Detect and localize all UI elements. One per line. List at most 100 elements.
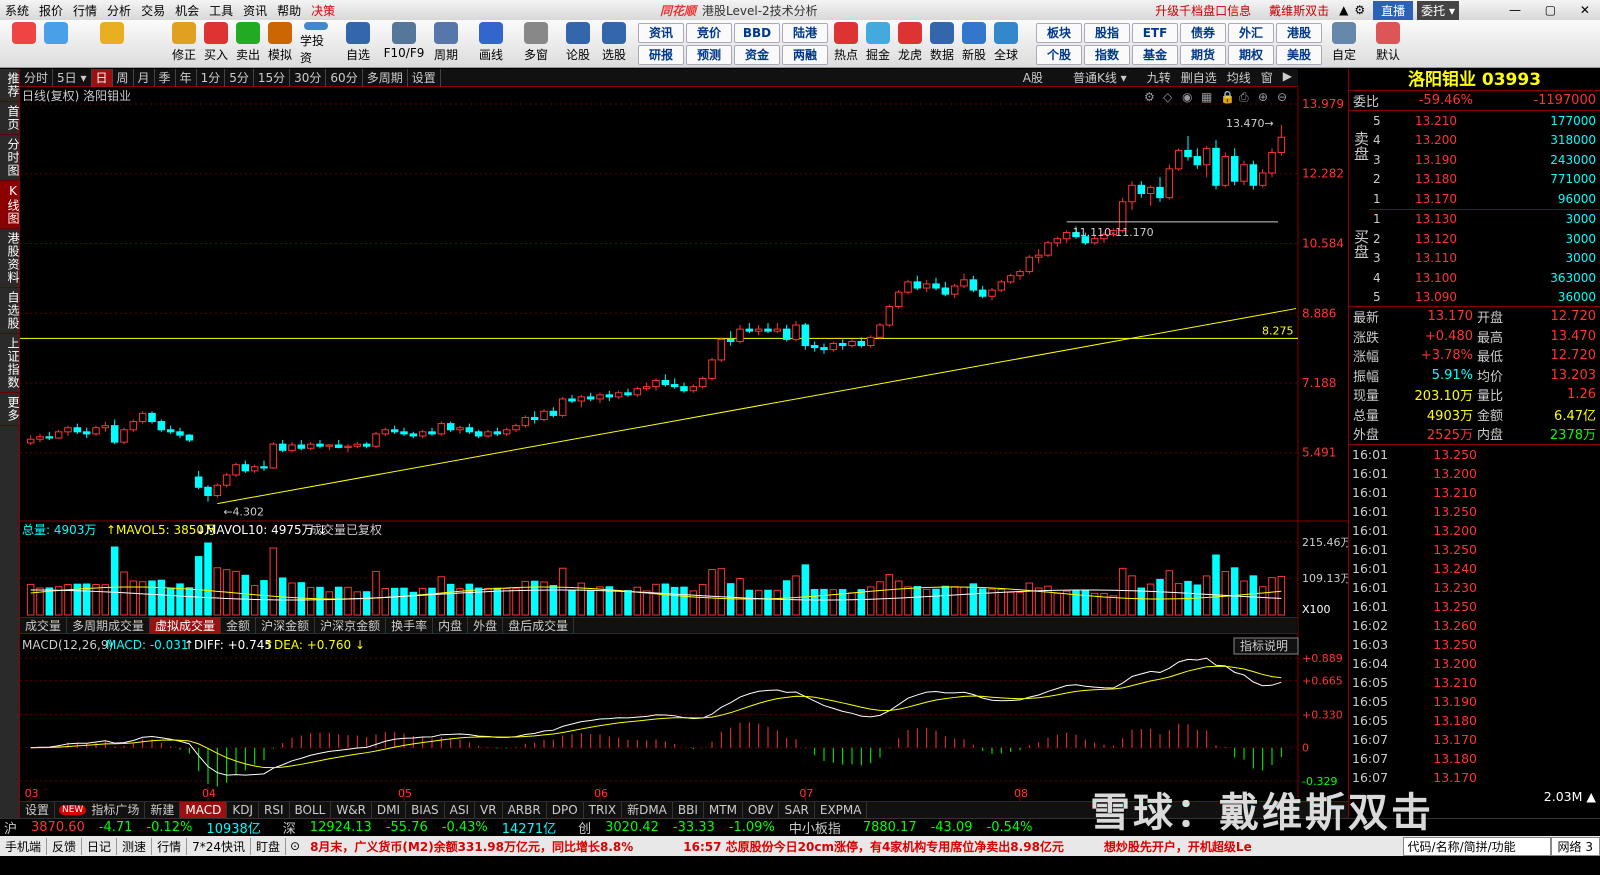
volume-tab-8[interactable]: 外盘: [468, 617, 504, 634]
indicator-tab-4[interactable]: KDJ: [227, 802, 260, 818]
toolbar-small2-3[interactable]: 债券: [1180, 23, 1226, 43]
minimize-icon[interactable]: ▲: [1339, 3, 1348, 17]
left-tab-2[interactable]: 分时图: [0, 135, 20, 181]
menu-item-decision[interactable]: 决策: [306, 2, 340, 19]
indicator-tab-8[interactable]: DMI: [372, 802, 407, 818]
status-item-5[interactable]: 7*24快讯: [187, 837, 251, 855]
play-icon[interactable]: ▶: [1283, 69, 1292, 86]
period-tab-10[interactable]: 30分: [290, 68, 327, 87]
index-item-15[interactable]: 7880.17: [859, 820, 921, 835]
toolbar-button3-0[interactable]: 自定: [1328, 22, 1360, 66]
a-share-button[interactable]: A股: [1023, 69, 1043, 86]
left-tab-1[interactable]: 首页: [0, 102, 20, 135]
live-button[interactable]: 直播: [1373, 0, 1414, 20]
index-item-11[interactable]: 3020.42: [601, 820, 663, 835]
kline-type-select[interactable]: 普通K线 ▾: [1073, 69, 1127, 86]
period-tab-3[interactable]: 周: [113, 68, 134, 87]
index-item-8[interactable]: -0.43%: [438, 820, 492, 835]
indicator-tab-10[interactable]: ASI: [445, 802, 476, 818]
indicator-tab-12[interactable]: ARBR: [503, 802, 547, 818]
toolbar-small2-1[interactable]: 股指: [1084, 23, 1130, 43]
toolbar-button-1[interactable]: [40, 22, 72, 66]
index-item-0[interactable]: 沪: [0, 818, 21, 837]
indicator-tab-15[interactable]: 新DMA: [622, 802, 673, 818]
bid-row[interactable]: 3 13.110 3000: [1369, 249, 1600, 269]
left-tab-4[interactable]: 港股资料: [0, 229, 20, 288]
toolbar-button-0[interactable]: [8, 22, 40, 66]
index-item-1[interactable]: 3870.60: [27, 820, 89, 835]
menu-item-0[interactable]: 系统: [0, 2, 34, 19]
index-item-17[interactable]: -0.54%: [983, 820, 1037, 835]
indicator-tab-2[interactable]: 新建: [145, 802, 181, 818]
kline-chart[interactable]: 日线(复权) 洛阳钼业 ⚙ ◇ ◉ ▦ 🔒 ⎙ ⊕ ⊖ 13.979 12.282 10.584 8.8…: [20, 87, 1348, 801]
indicator-tab-20[interactable]: EXPMA: [815, 802, 868, 818]
bid-row[interactable]: 2 13.120 3000: [1369, 229, 1600, 249]
entrust-button[interactable]: 委托 ▾: [1417, 0, 1459, 20]
chart-opt-2[interactable]: 均线: [1227, 69, 1251, 86]
indicator-tab-1[interactable]: 指标广场: [86, 802, 146, 818]
toolbar-button3-1[interactable]: 默认: [1372, 22, 1404, 66]
index-item-7[interactable]: -55.76: [382, 820, 432, 835]
menu-item-3[interactable]: 分析: [102, 2, 136, 19]
news-ticker-1[interactable]: 8月末，广义货币(M2)余额331.98万亿元，同比增长8.8%: [300, 838, 643, 855]
status-item-4[interactable]: 行情: [152, 837, 188, 855]
indicator-tab-6[interactable]: BOLL: [290, 802, 332, 818]
toolbar-small2-b4[interactable]: 期权: [1228, 45, 1274, 65]
period-tab-12[interactable]: 多周期: [363, 68, 408, 87]
toolbar-small2-5[interactable]: 港股: [1276, 23, 1322, 43]
ask-row[interactable]: 2 13.180 771000: [1369, 170, 1600, 190]
toolbar-button-5[interactable]: 卖出: [232, 22, 264, 66]
toolbar-button2-3[interactable]: 数据: [926, 22, 958, 66]
toolbar-small-3[interactable]: 陆港: [782, 23, 828, 43]
menu-item-7[interactable]: 资讯: [238, 2, 272, 19]
toolbar-small-1[interactable]: 竞价: [686, 23, 732, 43]
indicator-tab-16[interactable]: BBI: [673, 802, 704, 818]
toolbar-small2-b2[interactable]: 基金: [1132, 45, 1178, 65]
toolbar-button2-1[interactable]: 掘金: [862, 22, 894, 66]
volume-tab-7[interactable]: 内盘: [433, 617, 469, 634]
news-ticker-2[interactable]: 16:57 芯原股份今日20cm涨停，有4家机构专用席位净卖出8.98亿元: [673, 838, 1074, 855]
toolbar-button2-5[interactable]: 全球: [990, 22, 1022, 66]
period-tab-5[interactable]: 季: [155, 68, 176, 87]
toolbar-small2-0[interactable]: 板块: [1036, 23, 1082, 43]
left-tab-0[interactable]: 推荐: [0, 69, 20, 102]
toolbar-small2-b1[interactable]: 指数: [1084, 45, 1130, 65]
volume-tab-5[interactable]: 沪深京金额: [315, 617, 387, 634]
toolbar-button-3[interactable]: 修正: [168, 22, 200, 66]
toolbar-button-9[interactable]: F10/F9: [384, 22, 424, 66]
index-item-5[interactable]: 深: [279, 818, 300, 837]
user-name[interactable]: 戴维斯双击: [1269, 2, 1329, 19]
left-tab-6[interactable]: 上证指数: [0, 334, 20, 393]
toolbar-button-13[interactable]: 论股: [562, 22, 594, 66]
toolbar-button-14[interactable]: 选股: [598, 22, 630, 66]
news-ticker-3[interactable]: 想炒股先开户，开机超级Le: [1094, 838, 1262, 855]
menu-item-5[interactable]: 机会: [170, 2, 204, 19]
bid-row[interactable]: 5 13.090 36000: [1369, 288, 1600, 308]
index-item-6[interactable]: 12924.13: [306, 820, 376, 835]
indicator-tab-17[interactable]: MTM: [704, 802, 743, 818]
ask-row[interactable]: 4 13.200 318000: [1369, 131, 1600, 151]
index-item-10[interactable]: 创: [574, 818, 595, 837]
period-tab-11[interactable]: 60分: [326, 68, 363, 87]
toolbar-small-b2[interactable]: 资金: [734, 45, 780, 65]
ask-row[interactable]: 3 13.190 243000: [1369, 150, 1600, 170]
menu-item-4[interactable]: 交易: [136, 2, 170, 19]
period-tab-2[interactable]: 日: [91, 68, 113, 87]
toolbar-button-11[interactable]: 画线: [475, 22, 507, 66]
toolbar-button-12[interactable]: 多窗: [520, 22, 552, 66]
toolbar-button2-4[interactable]: 新股: [958, 22, 990, 66]
volume-tab-6[interactable]: 换手率: [386, 617, 434, 634]
chart-opt-0[interactable]: 九转: [1147, 69, 1171, 86]
toolbar-button2-2[interactable]: 龙虎: [894, 22, 926, 66]
toolbar-small2-4[interactable]: 外汇: [1228, 23, 1274, 43]
indicator-tab-5[interactable]: RSI: [259, 802, 290, 818]
index-item-9[interactable]: 14271亿: [498, 818, 560, 837]
index-item-4[interactable]: 10938亿: [202, 818, 264, 837]
bid-row[interactable]: 1 13.130 3000: [1369, 210, 1600, 230]
period-tab-8[interactable]: 5分: [225, 68, 254, 87]
upgrade-link[interactable]: 升级千档盘口信息: [1155, 2, 1251, 19]
toolbar-small-b0[interactable]: 研报: [638, 45, 684, 65]
toolbar-small2-2[interactable]: ETF: [1132, 23, 1178, 43]
status-item-1[interactable]: 反馈: [47, 837, 83, 855]
menu-item-6[interactable]: 工具: [204, 2, 238, 19]
